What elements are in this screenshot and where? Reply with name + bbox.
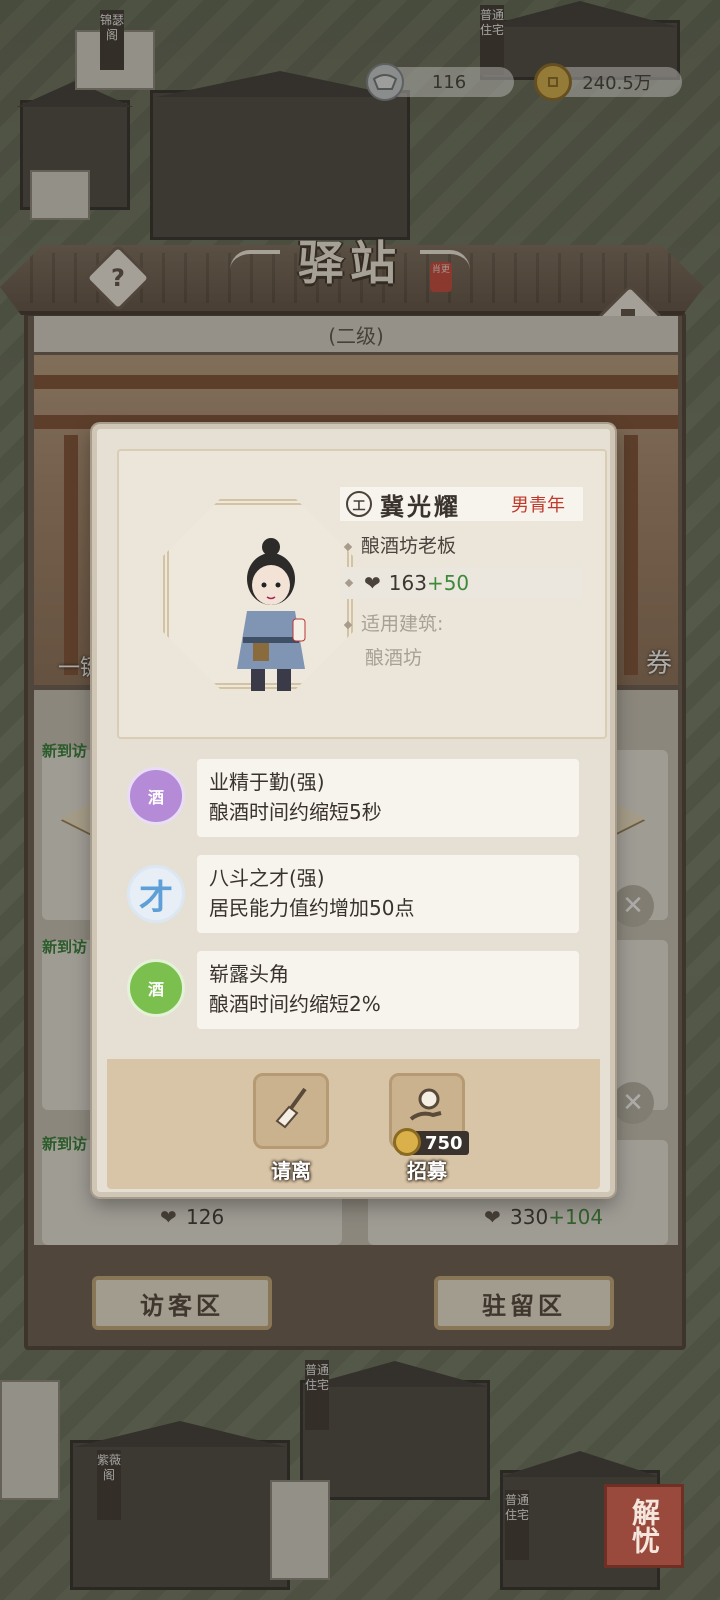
gender-age: 男青年 — [511, 495, 565, 516]
jieyou-button[interactable]: 解忧 — [604, 1484, 684, 1568]
skill-desc: 酿酒时间约缩短2% — [209, 992, 381, 1016]
recruit-cost-value: 750 — [425, 1132, 463, 1154]
visitor-detail-modal: 工 冀光耀 男青年 酿酒坊老板 ❤ 163 +50 适用建筑: 酿酒坊 酒 业精于… — [92, 424, 615, 1197]
brewing-jar-icon: 酒 — [127, 767, 185, 825]
dismiss-button[interactable] — [253, 1073, 329, 1149]
visitor-name: 冀光耀 — [380, 491, 461, 521]
skill-card: 八斗之才(强) 居民能力值约增加50点 — [197, 855, 579, 933]
brewing-jar-icon: 酒 — [127, 959, 185, 1017]
diamond-bullet-icon — [343, 620, 353, 629]
talent-icon: 才 — [127, 865, 185, 923]
skill-card: 崭露头角 酿酒时间约缩短2% — [197, 951, 579, 1029]
skill-name: 八斗之才(强) — [209, 866, 325, 890]
ability-row: ❤ 163 +50 — [340, 567, 583, 599]
copper-coin-icon — [393, 1128, 421, 1156]
skill-desc: 居民能力值约增加50点 — [209, 896, 415, 920]
recruit-label: 招募 — [407, 1159, 447, 1183]
broom-icon — [271, 1085, 311, 1138]
skill-name: 崭露头角 — [209, 962, 289, 986]
applicable-building: 酿酒坊 — [365, 647, 423, 669]
diamond-bullet-icon — [344, 578, 354, 588]
action-area: 请离 750 招募 — [107, 1059, 600, 1189]
skill-name: 业精于勤(强) — [209, 770, 325, 794]
dismiss-label: 请离 — [271, 1159, 311, 1183]
skill-desc: 酿酒时间约缩短5秒 — [209, 800, 382, 824]
skill-card: 业精于勤(强) 酿酒时间约缩短5秒 — [197, 759, 579, 837]
occupation-row: 酿酒坊老板 — [343, 531, 457, 558]
building-label: 适用建筑: — [361, 613, 444, 635]
visitor-name-row: 工 冀光耀 男青年 — [340, 487, 583, 521]
rank-badge: 工 — [346, 491, 372, 517]
diamond-bullet-icon — [343, 542, 353, 551]
recruit-cost: 750 — [393, 1128, 469, 1156]
ability-base: 163 — [388, 571, 427, 595]
ability-heart-icon: ❤ — [364, 571, 381, 595]
visitor-portrait — [237, 538, 306, 691]
building-label-row: 适用建筑: — [343, 609, 444, 636]
occupation: 酿酒坊老板 — [361, 535, 457, 557]
ability-bonus: +50 — [426, 571, 470, 595]
